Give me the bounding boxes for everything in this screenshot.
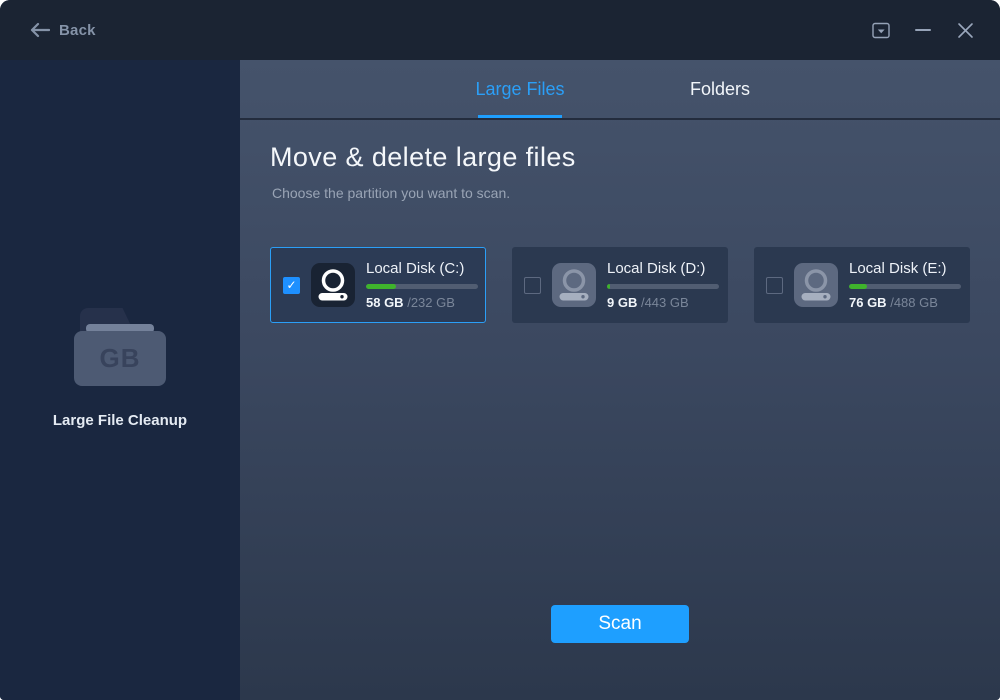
close-icon <box>957 22 974 39</box>
hard-disk-icon <box>551 262 597 308</box>
usage-bar <box>366 284 478 289</box>
large-file-folder-icon: GB <box>74 308 166 386</box>
sidebar: GB Large File Cleanup <box>0 60 240 700</box>
minimize-icon <box>915 28 931 32</box>
content: Move & delete large files Choose the par… <box>240 120 1000 323</box>
partition-checkbox[interactable] <box>766 277 783 294</box>
minimize-button[interactable] <box>908 15 938 45</box>
hard-disk-icon <box>310 262 356 308</box>
main-panel: Large Files Folders Move & delete large … <box>240 60 1000 700</box>
tab-bar: Large Files Folders <box>240 60 1000 120</box>
partition-name: Local Disk (C:) <box>366 261 478 276</box>
back-label: Back <box>59 22 96 39</box>
partition-list: Local Disk (C:) 58 GB /232 GB <box>270 247 1000 323</box>
folder-icon-text: GB <box>100 343 141 374</box>
page-subtitle: Choose the partition you want to scan. <box>272 185 1000 201</box>
partition-checkbox[interactable] <box>283 277 300 294</box>
sidebar-item-label: Large File Cleanup <box>53 412 187 429</box>
usage-text: 58 GB /232 GB <box>366 296 478 309</box>
partition-card-d[interactable]: Local Disk (D:) 9 GB /443 GB <box>512 247 728 323</box>
app-window: Back <box>0 0 1000 700</box>
partition-name: Local Disk (D:) <box>607 261 719 276</box>
close-button[interactable] <box>950 15 980 45</box>
arrow-left-icon <box>30 22 50 38</box>
minimize-to-tray-button[interactable] <box>866 15 896 45</box>
usage-text: 9 GB /443 GB <box>607 296 719 309</box>
partition-card-c[interactable]: Local Disk (C:) 58 GB /232 GB <box>270 247 486 323</box>
window-controls <box>866 0 980 60</box>
tray-arrow-icon <box>872 22 891 39</box>
tab-large-files[interactable]: Large Files <box>420 60 620 118</box>
partition-card-e[interactable]: Local Disk (E:) 76 GB /488 GB <box>754 247 970 323</box>
hard-disk-icon <box>793 262 839 308</box>
page-title: Move & delete large files <box>270 142 1000 173</box>
usage-bar <box>607 284 719 289</box>
titlebar: Back <box>0 0 1000 60</box>
usage-text: 76 GB /488 GB <box>849 296 961 309</box>
sidebar-item-large-file-cleanup[interactable]: GB Large File Cleanup <box>0 308 240 429</box>
partition-checkbox[interactable] <box>524 277 541 294</box>
usage-bar <box>849 284 961 289</box>
scan-button[interactable]: Scan <box>551 605 689 643</box>
partition-name: Local Disk (E:) <box>849 261 961 276</box>
tab-folders[interactable]: Folders <box>620 60 820 118</box>
back-button[interactable]: Back <box>30 0 96 60</box>
